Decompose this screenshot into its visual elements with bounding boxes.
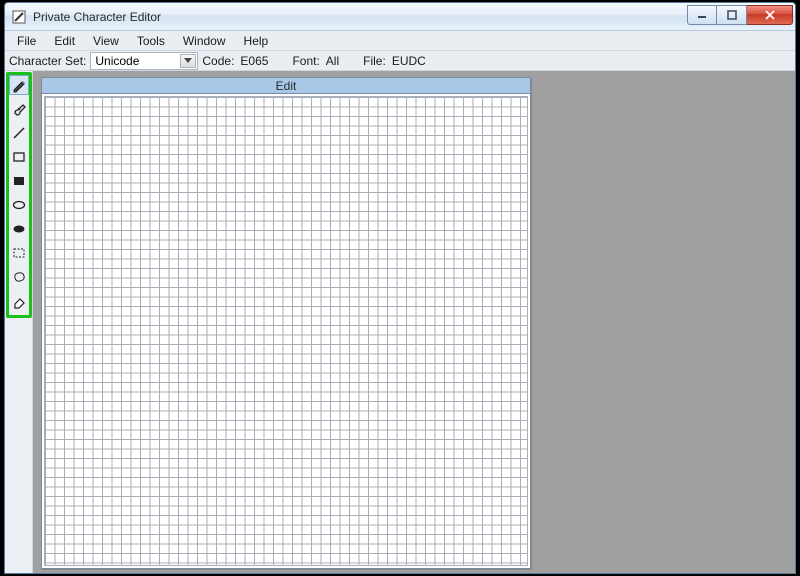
chevron-down-icon [180, 54, 196, 68]
brush-icon [11, 101, 27, 117]
menu-file[interactable]: File [9, 32, 44, 50]
pencil-icon [11, 77, 27, 93]
code-label: Code: [202, 54, 234, 68]
maximize-button[interactable] [717, 5, 747, 25]
client-area: Edit [5, 71, 795, 573]
tool-eraser[interactable] [9, 291, 29, 311]
app-icon [11, 9, 27, 25]
workspace[interactable]: Edit [33, 71, 795, 573]
file-label: File: [363, 54, 386, 68]
filled-ellipse-icon [11, 221, 27, 237]
window-buttons [687, 5, 793, 25]
close-icon [764, 10, 776, 20]
charset-value: Unicode [95, 54, 139, 68]
tool-palette [5, 71, 33, 573]
tool-filled-rectangle[interactable] [9, 171, 29, 191]
tool-brush[interactable] [9, 99, 29, 119]
rectangle-icon [11, 149, 27, 165]
maximize-icon [727, 10, 737, 20]
minimize-icon [697, 10, 707, 20]
tool-line[interactable] [9, 123, 29, 143]
menu-help[interactable]: Help [236, 32, 277, 50]
info-bar: Character Set: Unicode Code: E065 Font: … [5, 51, 795, 71]
tool-rectangle[interactable] [9, 147, 29, 167]
file-value: EUDC [392, 54, 426, 68]
eraser-icon [11, 293, 27, 309]
window-title: Private Character Editor [33, 10, 161, 24]
title-bar[interactable]: Private Character Editor [5, 3, 795, 31]
ellipse-icon [11, 197, 27, 213]
minimize-button[interactable] [687, 5, 717, 25]
tool-rect-select[interactable] [9, 243, 29, 263]
close-button[interactable] [747, 5, 793, 25]
freeform-select-icon [11, 269, 27, 285]
tool-ellipse[interactable] [9, 195, 29, 215]
menu-tools[interactable]: Tools [129, 32, 173, 50]
charset-label: Character Set: [9, 54, 86, 68]
menu-view[interactable]: View [85, 32, 127, 50]
rect-select-icon [11, 245, 27, 261]
tool-filled-ellipse[interactable] [9, 219, 29, 239]
font-value: All [326, 54, 339, 68]
menu-edit[interactable]: Edit [46, 32, 83, 50]
edit-window-title: Edit [42, 78, 530, 94]
code-value: E065 [240, 54, 268, 68]
menu-window[interactable]: Window [175, 32, 234, 50]
filled-rectangle-icon [11, 173, 27, 189]
tool-freeform-select[interactable] [9, 267, 29, 287]
tool-pencil[interactable] [9, 75, 29, 95]
menu-bar: File Edit View Tools Window Help [5, 31, 795, 51]
font-label: Font: [292, 54, 319, 68]
line-icon [11, 125, 27, 141]
edit-grid[interactable] [44, 96, 528, 566]
edit-window[interactable]: Edit [41, 77, 531, 569]
charset-select[interactable]: Unicode [90, 52, 198, 70]
app-window: Private Character Editor File Edit View … [4, 2, 796, 574]
